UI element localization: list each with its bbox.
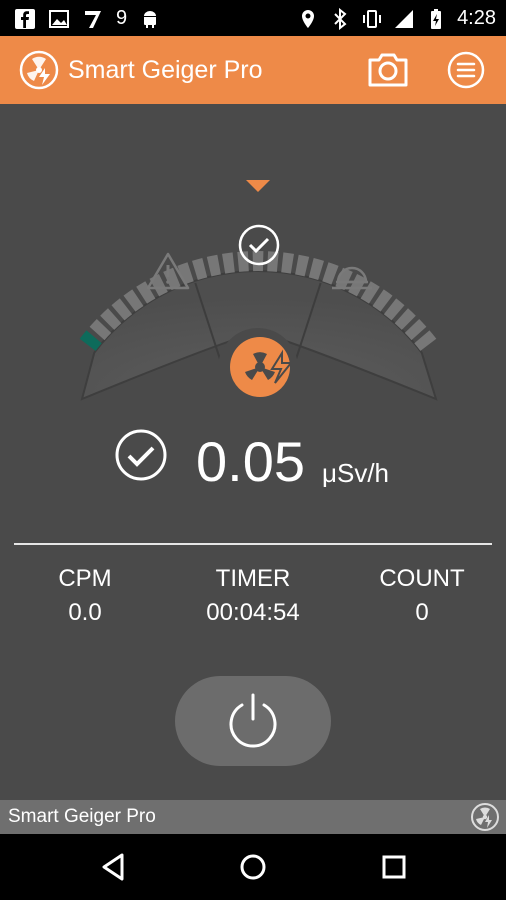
divider xyxy=(14,543,492,545)
app-title: Smart Geiger Pro xyxy=(68,56,263,84)
seven-icon xyxy=(85,10,101,28)
stat-value: 00:04:54 xyxy=(206,599,300,626)
stat-value: 0 xyxy=(415,599,429,626)
stat-label: TIMER xyxy=(215,565,291,592)
stat-label: COUNT xyxy=(379,565,465,592)
footer-bar: Smart Geiger Pro xyxy=(0,800,506,834)
stat-cpm: CPM 0.0 xyxy=(0,565,170,627)
gauge-segment xyxy=(252,251,264,272)
power-icon xyxy=(229,693,277,748)
app-bar: Smart Geiger Pro xyxy=(0,36,506,104)
dose-unit: μSv/h xyxy=(322,458,390,488)
back-icon[interactable] xyxy=(98,851,130,883)
gauge-segment xyxy=(348,274,367,297)
gauge-pointer xyxy=(246,180,270,192)
dose-value: 0.05 xyxy=(196,430,305,493)
app-logo-icon xyxy=(19,50,59,90)
bluetooth-icon xyxy=(334,7,347,30)
facebook-icon xyxy=(15,8,35,29)
stat-label: CPM xyxy=(58,565,112,592)
check-circle-icon xyxy=(115,429,167,481)
signal-icon xyxy=(395,9,414,28)
recents-icon[interactable] xyxy=(378,851,410,883)
radiation-gauge xyxy=(79,180,438,401)
location-icon xyxy=(302,9,315,28)
stat-count: COUNT 0 xyxy=(337,565,506,627)
footer-text: Smart Geiger Pro xyxy=(8,806,156,827)
gauge-segment xyxy=(295,254,310,277)
android-icon xyxy=(144,10,157,28)
battery-icon xyxy=(431,8,442,29)
power-button[interactable] xyxy=(175,676,331,766)
menu-button[interactable] xyxy=(446,50,486,90)
stat-value: 0.0 xyxy=(68,599,102,626)
notification-count: 9 xyxy=(116,7,128,29)
gauge-segment xyxy=(308,258,324,280)
gauge-segment xyxy=(222,252,235,274)
status-bar: 9 4:28 xyxy=(0,0,506,36)
gauge-segment xyxy=(206,254,221,277)
vibrate-icon xyxy=(363,9,382,28)
gauge-segment xyxy=(149,274,168,297)
app-logo-icon xyxy=(471,803,499,831)
gauge-segment xyxy=(192,258,208,280)
camera-icon xyxy=(368,53,408,87)
menu-icon xyxy=(447,51,485,89)
home-icon[interactable] xyxy=(237,851,269,883)
camera-button[interactable] xyxy=(366,50,410,90)
image-icon xyxy=(49,9,69,28)
stat-timer: TIMER 00:04:54 xyxy=(168,565,338,627)
gauge-segment xyxy=(281,252,294,274)
clock: 4:28 xyxy=(457,7,496,29)
navigation-bar xyxy=(0,834,506,900)
